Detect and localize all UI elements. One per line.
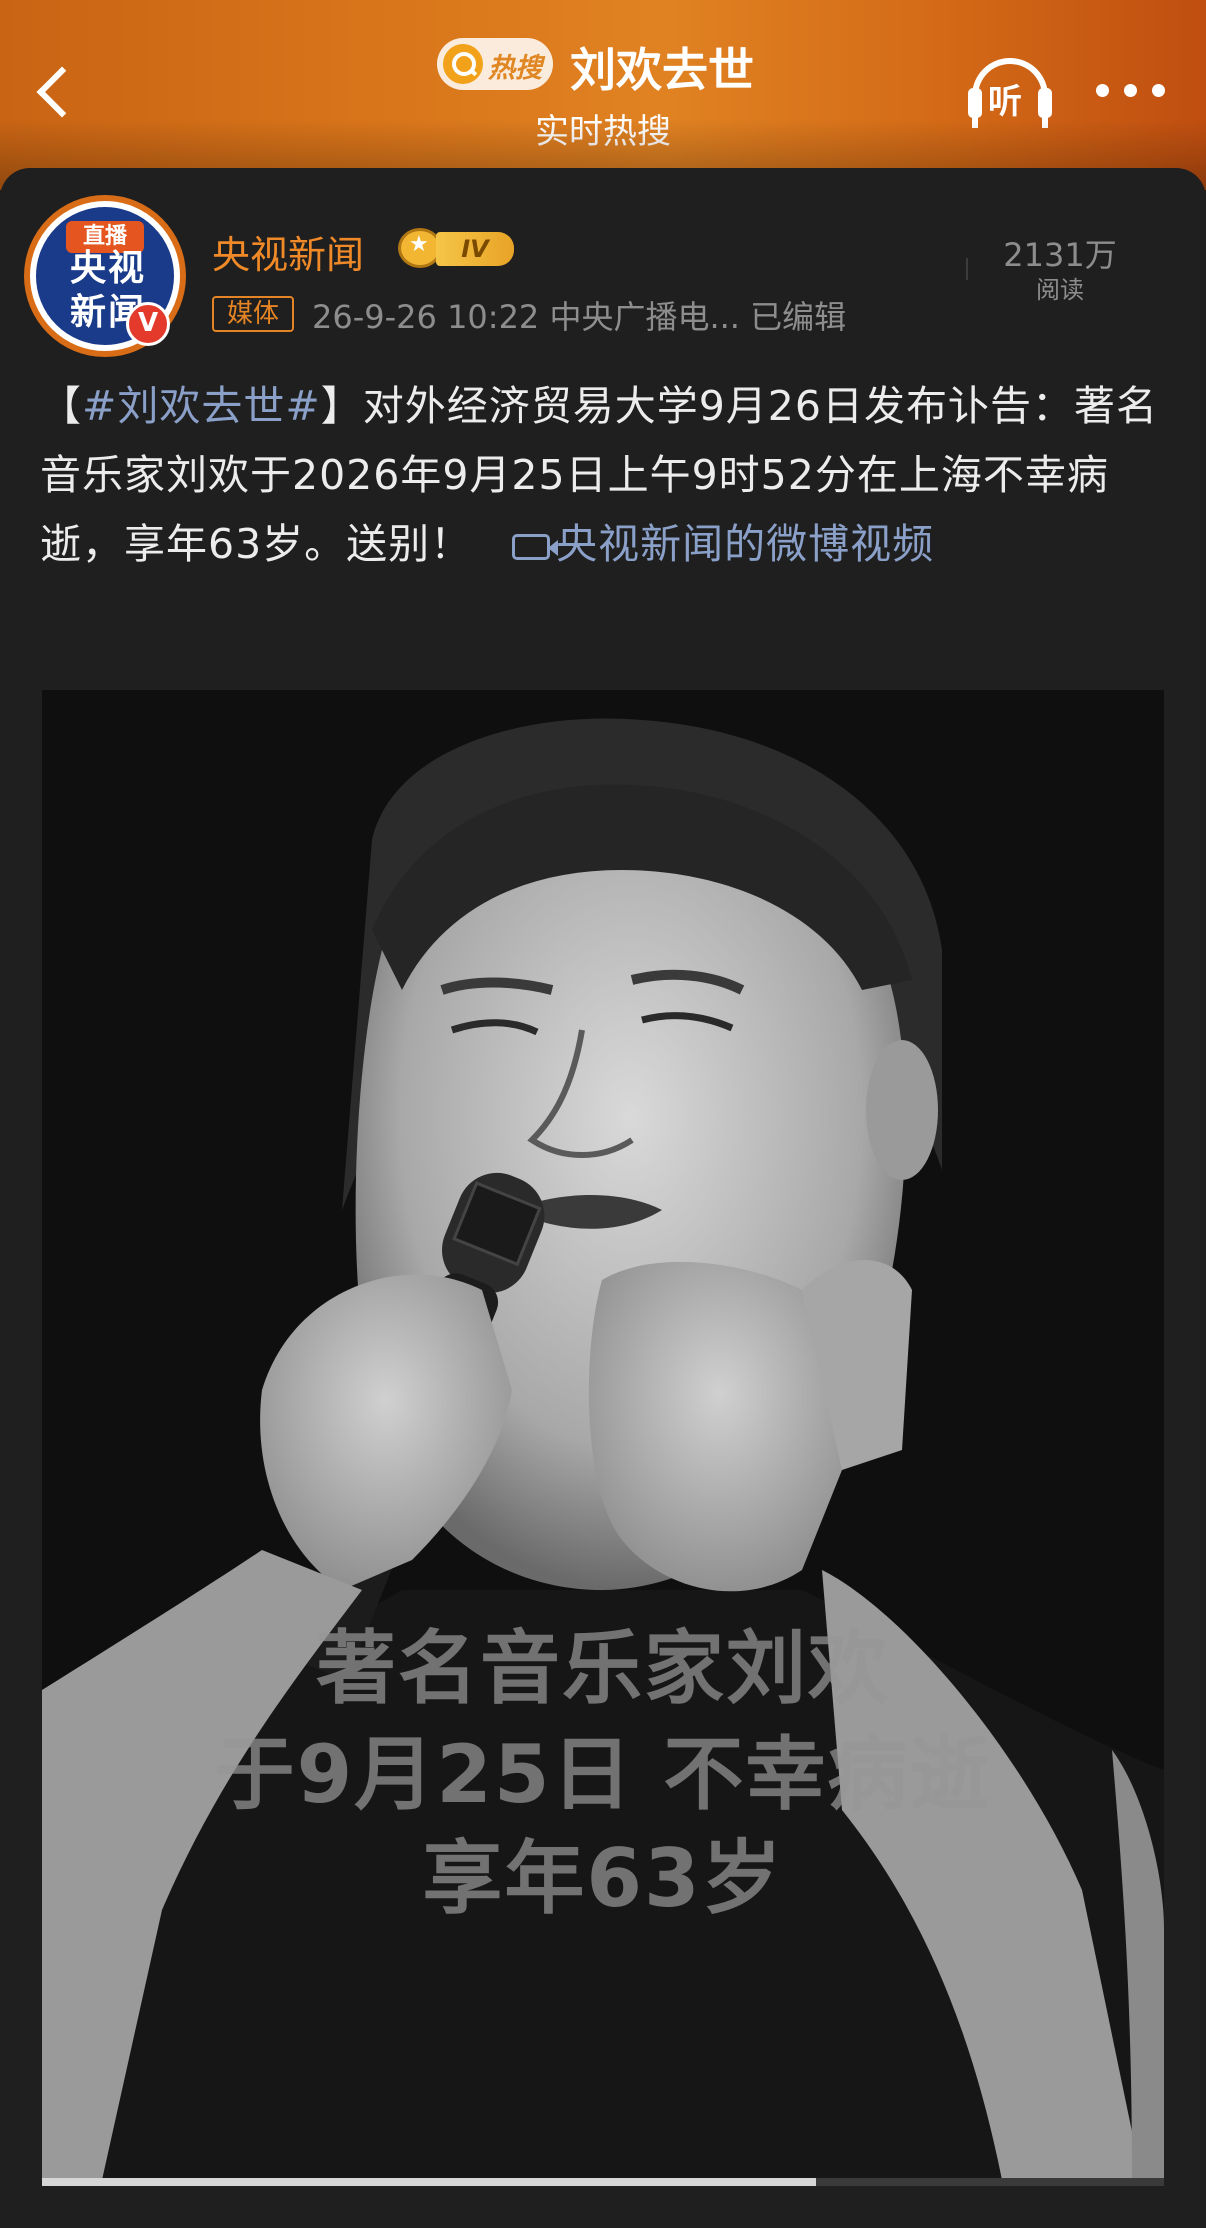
more-dot-icon — [1124, 84, 1137, 97]
logo-line-1: 央视 — [69, 248, 146, 289]
post-text: 【#刘欢去世#】对外经济贸易大学9月26日发布讣告：著名音乐家刘欢于2026年9… — [40, 372, 1170, 579]
top-bar: 热搜 刘欢去世 实时热搜 听 — [0, 0, 1206, 190]
open-bracket: 【 — [40, 382, 82, 430]
headphones-ear-left — [968, 88, 982, 118]
verified-icon: V — [126, 302, 170, 346]
video-caption-line-3: 享年63岁 — [422, 1832, 784, 1925]
username[interactable]: 央视新闻 — [212, 224, 364, 279]
listen-label: 听 — [988, 82, 1022, 122]
more-options-button[interactable] — [1096, 74, 1166, 108]
video-frame — [42, 690, 1164, 2180]
divider — [966, 258, 968, 280]
hashtag-link[interactable]: #刘欢去世# — [82, 382, 321, 430]
level-badge: IV — [436, 232, 514, 266]
video-player[interactable]: 著名音乐家刘欢 于9月25日 不幸病逝 享年63岁 — [42, 690, 1164, 2180]
video-caption-line-2: 于9月25日 不幸病逝 — [214, 1728, 992, 1821]
hot-search-label: 热搜 — [488, 53, 542, 84]
hot-search-badge: 热搜 — [437, 38, 553, 90]
more-dot-icon — [1152, 84, 1165, 97]
video-icon — [512, 534, 559, 560]
media-tag: 媒体 — [212, 296, 294, 332]
reads-label: 阅读 — [1036, 276, 1084, 304]
search-icon — [443, 44, 483, 84]
page-title: 刘欢去世 — [570, 43, 754, 97]
video-progress-fill — [42, 2178, 817, 2186]
close-bracket: 】 — [320, 382, 363, 430]
listen-button[interactable]: 听 — [968, 58, 1052, 128]
post-meta: 26-9-26 10:22 中央广播电... 已编辑 — [312, 298, 847, 336]
video-progress-bar[interactable] — [42, 2178, 1164, 2186]
video-link[interactable]: 央视新闻的微博视频 — [556, 520, 934, 568]
video-caption-line-1: 著名音乐家刘欢 — [316, 1622, 890, 1715]
headphones-ear-right — [1038, 88, 1052, 118]
more-dot-icon — [1096, 84, 1109, 97]
